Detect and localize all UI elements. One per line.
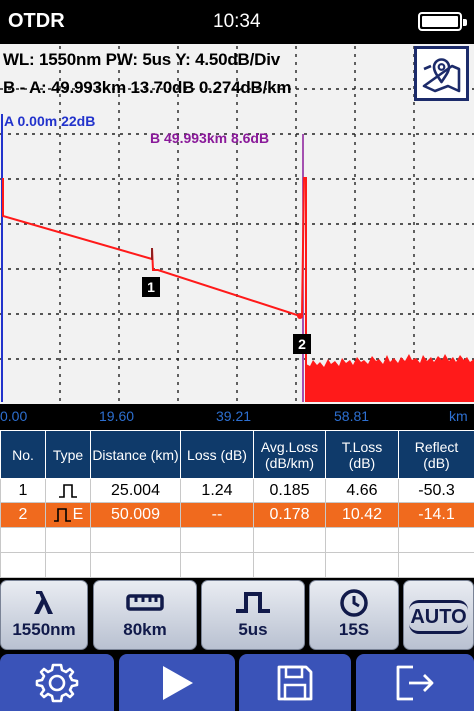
trace-settings-info: WL: 1550nm PW: 5us Y: 4.50dB/Div xyxy=(3,50,281,69)
lambda-icon xyxy=(34,591,53,614)
cell-reflect: -14.1 xyxy=(398,502,474,528)
event-table: No. Type Distance (km) Loss (dB) Avg.Los… xyxy=(0,429,474,579)
end-event-label: E xyxy=(72,506,84,523)
table-row-empty xyxy=(0,526,474,553)
ruler-icon xyxy=(126,594,164,611)
event-marker-number: 2 xyxy=(298,336,306,352)
battery-full-icon xyxy=(418,12,467,31)
cell-reflect: -50.3 xyxy=(398,478,474,504)
save-disk-icon xyxy=(277,665,313,700)
auto-label: AUTO xyxy=(409,600,468,634)
acquisition-time-value: 15S xyxy=(338,620,370,639)
status-bar: OTDR 10:34 xyxy=(0,0,474,44)
marker-delta-info: B - A: 49.993km 13.70dB 0.274dB/km xyxy=(3,78,292,97)
range-button[interactable]: 80km xyxy=(93,580,197,650)
settings-button[interactable] xyxy=(0,654,114,711)
column-header: No. xyxy=(0,429,46,480)
table-header-row: No. Type Distance (km) Loss (dB) Avg.Los… xyxy=(0,429,474,480)
gear-icon xyxy=(35,663,79,702)
start-test-button[interactable] xyxy=(119,654,235,711)
wavelength-button[interactable]: 1550nm xyxy=(0,580,88,650)
cell-loss: -- xyxy=(180,502,254,528)
cell-distance: 50.009 xyxy=(90,502,181,528)
event-marker-1[interactable]: 1 xyxy=(142,277,160,297)
x-tick-label: 0.00 xyxy=(0,408,28,424)
event-marker-2[interactable]: 2 xyxy=(293,334,311,354)
cell-type: E xyxy=(45,502,91,528)
exit-button[interactable] xyxy=(356,654,474,711)
marker-b-label: B 49.993km 8.6dB xyxy=(150,130,270,146)
map-view-button[interactable] xyxy=(414,46,469,101)
x-axis-unit: km xyxy=(449,408,468,424)
table-row-selected[interactable]: 2 E 50.009 -- 0.178 10.42 -14.1 xyxy=(0,502,474,528)
map-pin-icon xyxy=(422,58,461,93)
x-tick-label: 39.21 xyxy=(216,408,252,424)
acquisition-time-button[interactable]: 15S xyxy=(309,580,399,650)
cell-distance: 25.004 xyxy=(90,478,181,504)
noise-floor xyxy=(306,354,474,402)
table-row-empty xyxy=(0,551,474,579)
column-header: Loss (dB) xyxy=(180,429,254,480)
end-pulse-icon xyxy=(53,507,71,522)
clock: 10:34 xyxy=(213,11,261,32)
wavelength-value: 1550nm xyxy=(12,620,76,639)
table-row[interactable]: 1 25.004 1.24 0.185 4.66 -50.3 xyxy=(0,478,474,504)
column-header: T.Loss (dB) xyxy=(325,429,399,480)
cell-no: 2 xyxy=(0,502,46,528)
reflective-pulse-icon xyxy=(59,483,77,498)
cell-loss: 1.24 xyxy=(180,478,254,504)
cell-t-loss: 4.66 xyxy=(325,478,399,504)
action-toolbar xyxy=(0,652,474,711)
x-axis: 0.00 19.60 39.21 58.81 km xyxy=(0,404,474,430)
auto-button[interactable]: AUTO xyxy=(403,580,474,650)
x-tick-label: 19.60 xyxy=(99,408,135,424)
cell-avg-loss: 0.178 xyxy=(253,502,326,528)
trace-graph xyxy=(0,46,474,402)
cell-type xyxy=(45,478,91,504)
cell-t-loss: 10.42 xyxy=(325,502,399,528)
column-header: Avg.Loss (dB/km) xyxy=(253,429,326,480)
app-title: OTDR xyxy=(8,10,65,32)
exit-icon xyxy=(396,665,434,700)
event-marker-number: 1 xyxy=(147,279,155,295)
cell-avg-loss: 0.185 xyxy=(253,478,326,504)
save-button[interactable] xyxy=(239,654,351,711)
play-icon xyxy=(163,665,193,700)
marker-a-label: A 0.00m 22dB xyxy=(4,113,96,129)
pulse-width-button[interactable]: 5us xyxy=(201,580,305,650)
pulse-icon xyxy=(236,592,270,613)
otdr-trace-plot[interactable]: 1 2 xyxy=(0,44,474,404)
column-header: Distance (km) xyxy=(90,429,181,480)
clock-icon xyxy=(340,589,368,617)
column-header: Reflect (dB) xyxy=(398,429,474,480)
x-tick-label: 58.81 xyxy=(334,408,370,424)
parameter-toolbar: 1550nm 80km 5us 15S AUTO xyxy=(0,578,474,652)
pulse-width-value: 5us xyxy=(238,620,268,639)
range-value: 80km xyxy=(123,620,167,639)
column-header: Type xyxy=(45,429,91,480)
cell-no: 1 xyxy=(0,478,46,504)
